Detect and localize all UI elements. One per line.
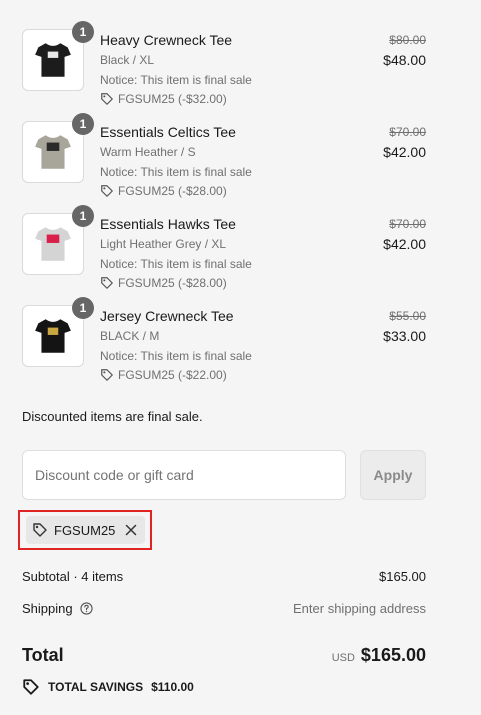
- product-name: Essentials Celtics Tee: [100, 124, 236, 140]
- original-price: $70.00: [389, 125, 426, 139]
- original-price: $80.00: [389, 33, 426, 47]
- tag-icon: [101, 185, 113, 197]
- applied-code-text: FGSUM25: [54, 522, 116, 538]
- quantity-badge: 1: [72, 113, 94, 135]
- item-discount-text: FGSUM25 (-$32.00): [118, 92, 227, 106]
- item-discount: FGSUM25 (-$22.00): [100, 368, 227, 382]
- discounted-price: $42.00: [383, 144, 426, 160]
- final-sale-notice: Notice: This item is final sale: [100, 73, 252, 87]
- item-discount: FGSUM25 (-$28.00): [100, 276, 227, 290]
- line-item: 1 Jersey Crewneck Tee BLACK / M Notice: …: [22, 297, 426, 389]
- savings-value: $110.00: [151, 680, 194, 694]
- subtotal-row: Subtotal · 4 items $165.00: [22, 569, 426, 584]
- shipping-label: Shipping: [22, 601, 73, 616]
- currency-code: USD: [331, 652, 355, 664]
- product-variant: Black / XL: [100, 53, 155, 67]
- item-discount-text: FGSUM25 (-$22.00): [118, 368, 227, 382]
- original-price: $55.00: [389, 309, 426, 323]
- final-sale-note: Discounted items are final sale.: [22, 409, 203, 424]
- discounted-price: $48.00: [383, 52, 426, 68]
- product-name: Heavy Crewneck Tee: [100, 32, 233, 48]
- product-name: Jersey Crewneck Tee: [100, 308, 234, 324]
- discounted-price: $42.00: [383, 236, 426, 252]
- tshirt-image: [35, 227, 71, 261]
- total-value: $165.00: [360, 645, 426, 665]
- applied-discount-chip: FGSUM25: [26, 516, 146, 544]
- product-name: Essentials Hawks Tee: [100, 216, 236, 232]
- total-label: Total: [22, 645, 64, 665]
- tshirt-image: [35, 135, 71, 169]
- savings-tag-icon: [23, 679, 39, 695]
- original-price: $70.00: [389, 217, 426, 231]
- final-sale-notice: Notice: This item is final sale: [100, 165, 252, 179]
- discount-code-input[interactable]: [22, 450, 346, 500]
- tag-icon: [101, 93, 113, 105]
- tag-icon: [101, 369, 113, 381]
- close-icon[interactable]: [125, 524, 137, 536]
- line-item: 1 Heavy Crewneck Tee Black / XL Notice: …: [22, 21, 426, 113]
- quantity-badge: 1: [72, 205, 94, 227]
- subtotal-value: $165.00: [379, 569, 426, 584]
- tshirt-image: [35, 319, 71, 353]
- final-sale-notice: Notice: This item is final sale: [100, 257, 252, 271]
- line-item: 1 Essentials Celtics Tee Warm Heather / …: [22, 113, 426, 205]
- tag-icon: [101, 277, 113, 289]
- tag-icon: [33, 523, 47, 537]
- applied-code-highlight: FGSUM25: [18, 510, 152, 550]
- line-item: 1 Essentials Hawks Tee Light Heather Gre…: [22, 205, 426, 297]
- total-amount: USD $165.00: [332, 645, 426, 666]
- item-discount: FGSUM25 (-$32.00): [100, 92, 227, 106]
- final-sale-notice: Notice: This item is final sale: [100, 349, 252, 363]
- item-discount-text: FGSUM25 (-$28.00): [118, 184, 227, 198]
- apply-button[interactable]: Apply: [360, 450, 426, 500]
- product-variant: BLACK / M: [100, 329, 160, 343]
- quantity-badge: 1: [72, 297, 94, 319]
- quantity-badge: 1: [72, 21, 94, 43]
- shipping-row: Shipping Enter shipping address: [22, 601, 426, 618]
- item-discount: FGSUM25 (-$28.00): [100, 184, 227, 198]
- product-variant: Light Heather Grey / XL: [100, 237, 227, 251]
- discounted-price: $33.00: [383, 328, 426, 344]
- shipping-value: Enter shipping address: [293, 601, 426, 616]
- item-discount-text: FGSUM25 (-$28.00): [118, 276, 227, 290]
- subtotal-label: Subtotal · 4 items: [22, 569, 124, 584]
- help-circle-icon[interactable]: [80, 602, 93, 618]
- savings-label: TOTAL SAVINGS: [48, 680, 144, 694]
- total-savings: TOTAL SAVINGS $110.00: [22, 678, 194, 696]
- product-variant: Warm Heather / S: [100, 145, 196, 159]
- tshirt-image: [35, 43, 71, 77]
